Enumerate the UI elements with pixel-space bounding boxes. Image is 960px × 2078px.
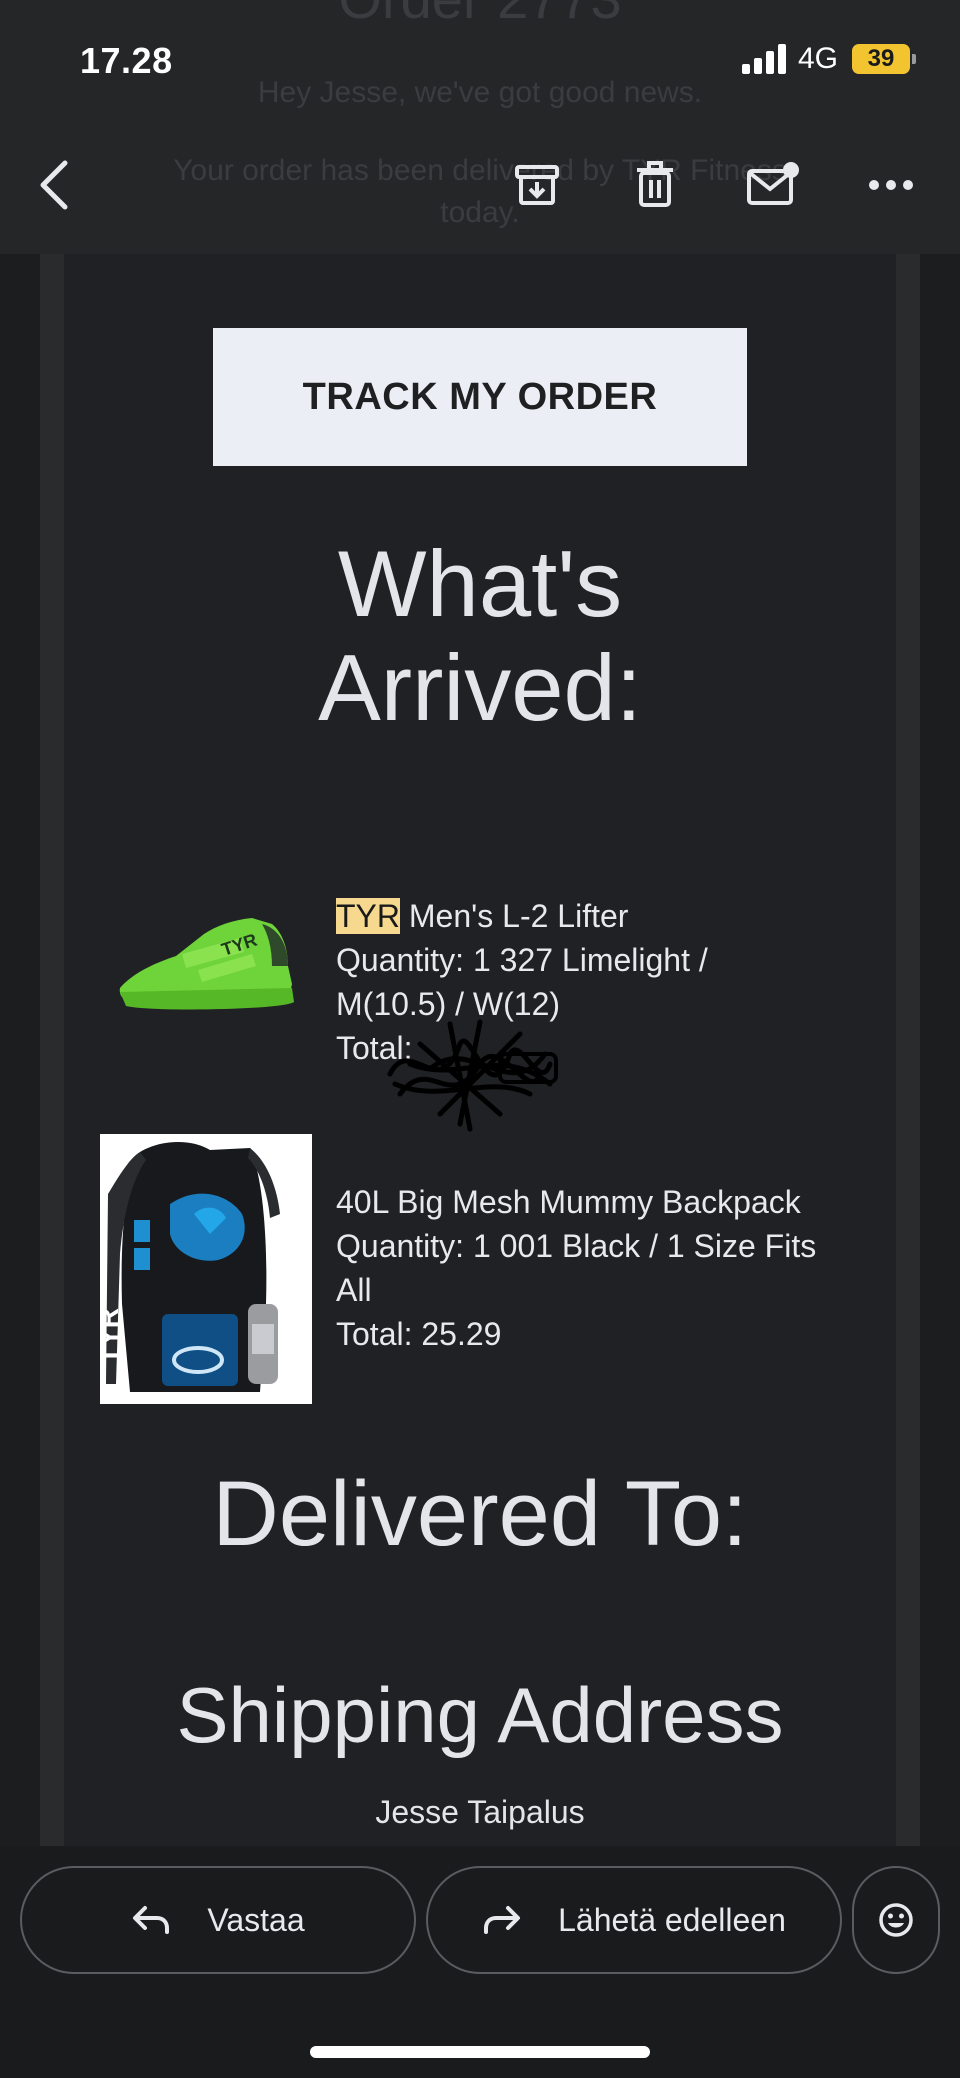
forward-button[interactable]: Lähetä edelleen (426, 1866, 842, 1974)
more-horizontal-icon (869, 180, 913, 190)
email-body: TRACK MY ORDER What's Arrived: TYR TYR M… (0, 254, 960, 1846)
top-app-bar: Order 2773 Hey Jesse, we've got good new… (0, 0, 960, 254)
item-quantity: Quantity: 1 327 Limelight / (336, 942, 708, 978)
shipping-address-heading: Shipping Address (176, 1671, 784, 1759)
item-total: Total: 25.29 (336, 1316, 502, 1352)
track-order-button[interactable]: TRACK MY ORDER (213, 328, 747, 466)
archive-icon (515, 165, 559, 205)
search-highlight: TYR (336, 898, 400, 934)
bag-brand-text: TYR (100, 1308, 124, 1364)
emoji-reaction-button[interactable] (852, 1866, 940, 1974)
trash-icon (637, 161, 673, 207)
battery-cap (912, 54, 916, 64)
network-type: 4G (798, 42, 839, 75)
reply-bar: Vastaa Lähetä edelleen (0, 1846, 960, 2078)
item-quantity: Quantity: 1 001 Black / 1 Size Fits (336, 1228, 817, 1264)
mark-unread-button[interactable] (728, 140, 818, 230)
more-options-button[interactable] (846, 140, 936, 230)
recipient-name: Jesse Taipalus (375, 1794, 585, 1830)
mesh-backpack-image: TYR (100, 1134, 312, 1404)
delete-button[interactable] (610, 140, 700, 230)
delivered-to-heading: Delivered To: (212, 1463, 748, 1565)
item-title: TYR Men's L-2 Lifter (336, 894, 896, 938)
mark-unread-icon (747, 162, 799, 205)
reply-icon (133, 1906, 170, 1934)
back-button[interactable] (10, 140, 100, 230)
cellular-signal-icon (742, 44, 788, 74)
order-item: 40L Big Mesh Mummy Backpack Quantity: 1 … (336, 1180, 896, 1356)
heading-line: What's (337, 531, 623, 636)
status-time: 17.28 (80, 40, 173, 81)
battery-icon: 39 (852, 44, 910, 74)
archive-button[interactable] (492, 140, 582, 230)
lifter-shoe-image: TYR (119, 918, 294, 1010)
home-indicator[interactable] (310, 2046, 650, 2058)
item-name: Men's L-2 Lifter (400, 898, 629, 934)
forward-icon (484, 1906, 521, 1934)
whats-arrived-heading: What's Arrived: (0, 532, 960, 740)
item-variant: All (336, 1272, 372, 1308)
chevron-left-icon (40, 160, 68, 210)
redaction-scribble (387, 1019, 558, 1132)
heading-line: Arrived: (318, 635, 642, 740)
email-toolbar (0, 140, 960, 230)
item-name: 40L Big Mesh Mummy Backpack (336, 1184, 801, 1220)
reply-label: Vastaa (207, 1901, 305, 1938)
forward-label: Lähetä edelleen (558, 1901, 786, 1938)
emoji-icon (879, 1903, 913, 1937)
status-bar: 17.28 4G 39 (0, 0, 960, 120)
reply-button[interactable]: Vastaa (20, 1866, 416, 1974)
